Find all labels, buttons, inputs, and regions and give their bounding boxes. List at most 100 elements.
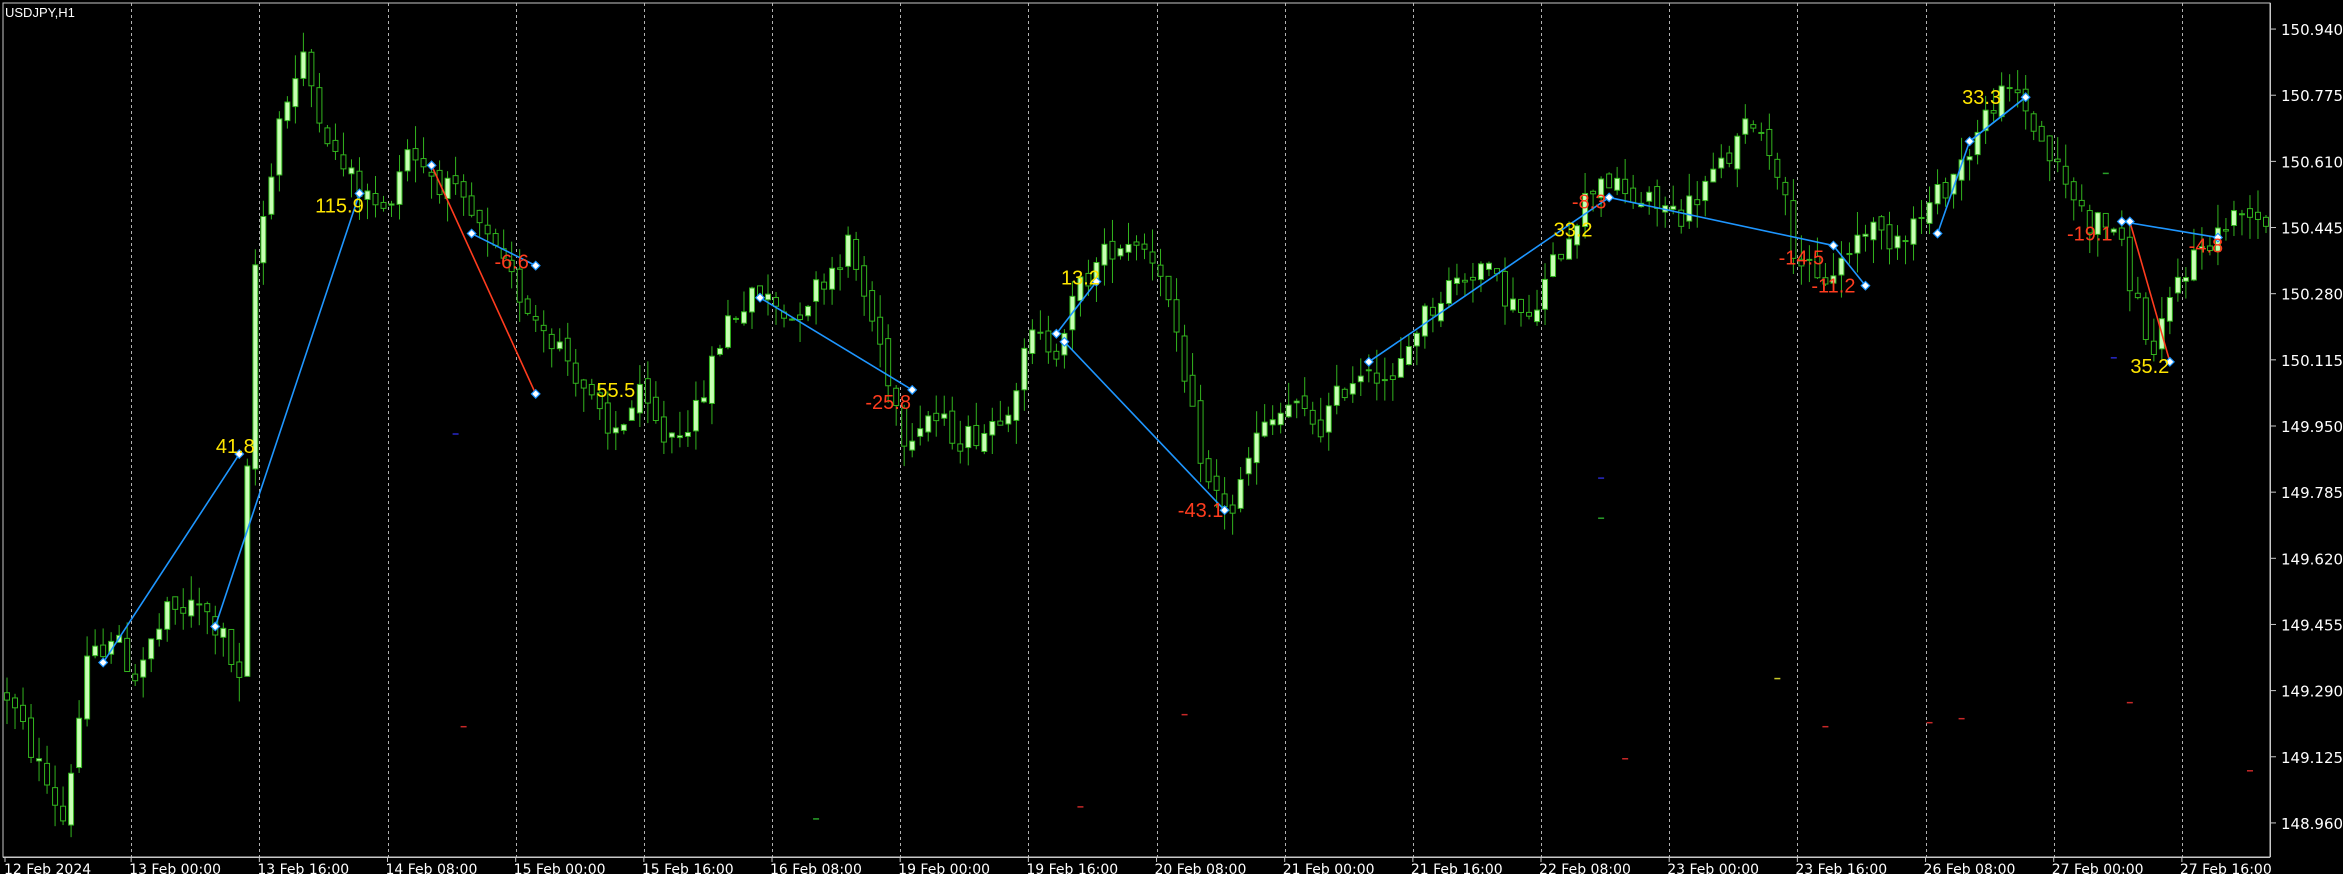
candle-body bbox=[324, 127, 331, 145]
time-tick-label: 23 Feb 16:00 bbox=[1795, 862, 1887, 874]
candle-body bbox=[1117, 248, 1124, 257]
candle-body bbox=[1245, 457, 1252, 475]
candle-body bbox=[2118, 227, 2125, 240]
candle-body bbox=[628, 407, 635, 421]
price-scale-panel bbox=[2271, 0, 2343, 874]
candle-body bbox=[2222, 229, 2229, 232]
candle-body bbox=[1782, 181, 1789, 196]
candle-body bbox=[1526, 311, 1533, 317]
candle-body bbox=[981, 432, 988, 453]
candle-body bbox=[564, 337, 571, 362]
candle-body bbox=[188, 599, 195, 617]
price-tick-label: 149.620 bbox=[2281, 550, 2343, 568]
candle-body bbox=[1774, 158, 1781, 178]
time-tick-label: 14 Feb 08:00 bbox=[386, 862, 478, 874]
candle-body bbox=[1285, 404, 1292, 418]
candle-body bbox=[76, 717, 83, 769]
candle-body bbox=[1277, 412, 1284, 426]
zigzag-value-label: -25.8 bbox=[865, 392, 911, 414]
candle-body bbox=[1173, 299, 1180, 333]
zigzag-value-label: 35.2 bbox=[2130, 356, 2169, 378]
price-tick-label: 150.775 bbox=[2281, 87, 2343, 105]
candle-body bbox=[2062, 165, 2069, 185]
candle-body bbox=[2150, 340, 2157, 356]
zigzag-value-label: -4.8 bbox=[2189, 236, 2223, 258]
candle-body bbox=[1469, 276, 1476, 281]
zigzag-value-label: -6.6 bbox=[494, 252, 528, 274]
candle-body bbox=[1766, 128, 1773, 157]
candle-body bbox=[604, 402, 611, 434]
price-tick-label: 149.455 bbox=[2281, 616, 2343, 634]
zigzag-value-label: 13.2 bbox=[1061, 268, 1100, 290]
candle-body bbox=[644, 378, 651, 404]
candle-body bbox=[1878, 216, 1885, 231]
candle-body bbox=[1021, 347, 1028, 391]
candle-body bbox=[2038, 125, 2045, 142]
time-tick-label: 15 Feb 00:00 bbox=[514, 862, 606, 874]
price-chart[interactable]: 41.8 115.9 -6.6 55.5 -25.8 13.2 -43.1 -8.3 33.2 -… bbox=[0, 0, 2343, 874]
candle-body bbox=[973, 424, 980, 447]
time-tick-label: 21 Feb 00:00 bbox=[1283, 862, 1375, 874]
price-tick-label: 148.960 bbox=[2281, 815, 2343, 833]
time-tick-label: 19 Feb 16:00 bbox=[1026, 862, 1118, 874]
candle-body bbox=[1013, 390, 1020, 421]
candle-body bbox=[1542, 278, 1549, 310]
candle-body bbox=[2142, 297, 2149, 341]
candle-body bbox=[869, 290, 876, 322]
candle-body bbox=[1237, 479, 1244, 509]
candle-body bbox=[1405, 346, 1412, 366]
candle-body bbox=[1870, 221, 1877, 241]
candle-body bbox=[1229, 504, 1236, 514]
zigzag-value-label: 115.9 bbox=[315, 195, 364, 217]
candle-body bbox=[20, 704, 27, 723]
candle-body bbox=[845, 234, 852, 267]
price-tick-label: 150.280 bbox=[2281, 286, 2343, 304]
candle-body bbox=[789, 318, 796, 321]
candle-body bbox=[60, 805, 67, 822]
candle-body bbox=[180, 607, 187, 614]
candle-body bbox=[468, 195, 475, 216]
candle-body bbox=[1862, 233, 1869, 237]
candle-body bbox=[1966, 156, 1973, 161]
candle-body bbox=[1029, 329, 1036, 354]
zigzag-value-label: 41.8 bbox=[216, 436, 255, 458]
candle-body bbox=[548, 333, 555, 350]
candle-body bbox=[44, 762, 51, 786]
time-tick-label: 13 Feb 00:00 bbox=[129, 862, 221, 874]
candle-body bbox=[332, 139, 339, 152]
candle-body bbox=[4, 692, 10, 701]
candle-body bbox=[516, 268, 523, 303]
candle-body bbox=[1726, 152, 1733, 164]
candle-body bbox=[1429, 306, 1436, 316]
candle-body bbox=[140, 659, 147, 678]
candle-body bbox=[692, 399, 699, 432]
candle-body bbox=[540, 324, 547, 332]
zigzag-value-label: -19.1 bbox=[2067, 224, 2113, 246]
candle-body bbox=[1918, 216, 1925, 219]
candle-body bbox=[124, 637, 131, 673]
candle-body bbox=[340, 154, 347, 170]
candle-body bbox=[412, 148, 419, 161]
candle-body bbox=[268, 176, 275, 215]
time-tick-label: 16 Feb 08:00 bbox=[770, 862, 862, 874]
candle-body bbox=[28, 717, 35, 758]
candle-body bbox=[1421, 305, 1428, 337]
candle-body bbox=[396, 171, 403, 205]
candle-body bbox=[2238, 213, 2245, 216]
candle-body bbox=[652, 396, 659, 421]
price-tick-label: 149.125 bbox=[2281, 749, 2343, 767]
candle-body bbox=[1333, 385, 1340, 406]
candle-body bbox=[2030, 113, 2037, 132]
candle-body bbox=[668, 432, 675, 438]
candle-body bbox=[933, 412, 940, 422]
candle-body bbox=[989, 421, 996, 436]
candle-body bbox=[1902, 240, 1909, 243]
candle-body bbox=[1317, 419, 1324, 438]
candle-body bbox=[1502, 271, 1508, 307]
candle-body bbox=[84, 655, 91, 720]
candle-body bbox=[1694, 199, 1701, 206]
candle-body bbox=[372, 192, 379, 206]
candle-body bbox=[2246, 208, 2253, 218]
candle-body bbox=[524, 298, 531, 314]
candle-body bbox=[1205, 458, 1212, 483]
